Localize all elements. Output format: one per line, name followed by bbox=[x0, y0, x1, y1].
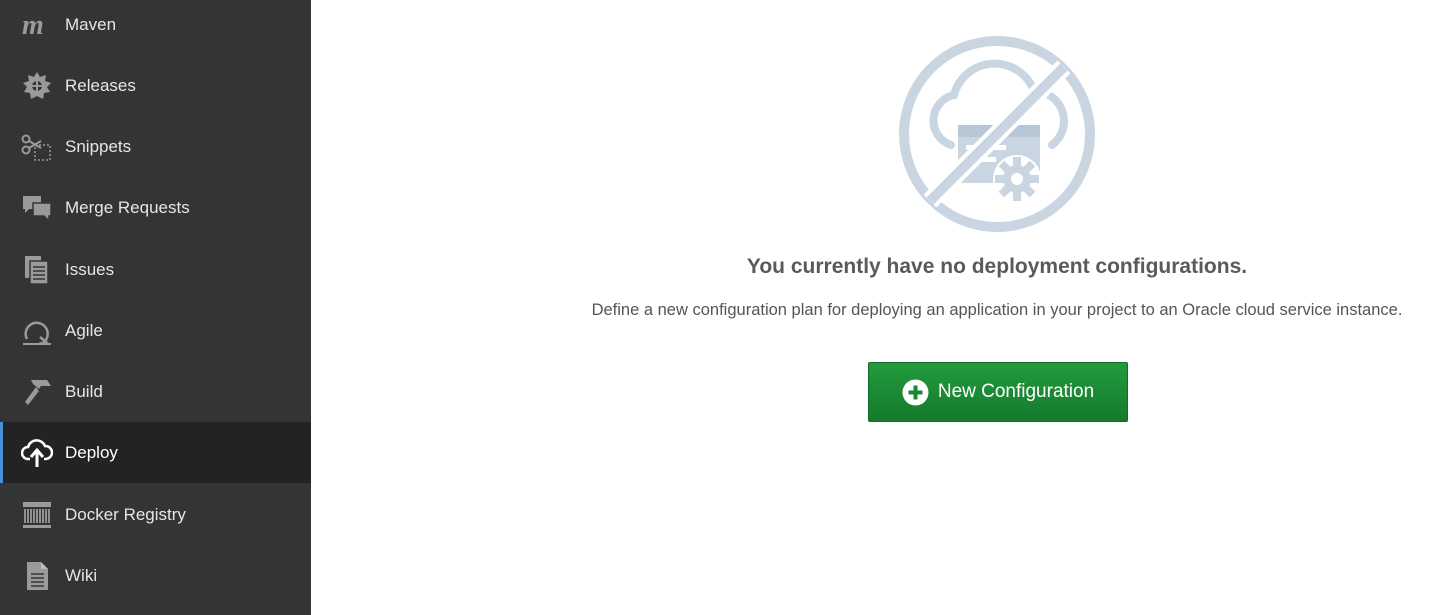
sidebar-item-issues[interactable]: Issues bbox=[0, 239, 311, 300]
sidebar-item-deploy[interactable]: Deploy bbox=[0, 422, 311, 483]
docker-registry-icon bbox=[20, 498, 54, 532]
deploy-icon bbox=[20, 436, 54, 470]
releases-icon bbox=[20, 69, 54, 103]
sidebar-item-label: Snippets bbox=[65, 136, 132, 156]
new-configuration-label: New Configuration bbox=[937, 381, 1095, 402]
svg-text:m: m bbox=[22, 12, 44, 38]
sidebar-item-label: Deploy bbox=[65, 442, 118, 462]
sidebar-item-label: Merge Requests bbox=[65, 197, 190, 217]
sidebar-item-wiki[interactable]: Wiki bbox=[0, 545, 311, 606]
sidebar-item-snippets[interactable]: Snippets bbox=[0, 116, 311, 177]
empty-state-title: You currently have no deployment configu… bbox=[746, 255, 1248, 278]
build-icon bbox=[20, 375, 54, 409]
sidebar-item-label: Build bbox=[65, 381, 103, 401]
agile-icon bbox=[20, 314, 54, 348]
snippets-icon bbox=[20, 130, 54, 164]
empty-state-description: Define a new configuration plan for depl… bbox=[591, 301, 1403, 319]
main-content: You currently have no deployment configu… bbox=[311, 0, 1455, 615]
sidebar-item-label: Releases bbox=[65, 75, 136, 95]
sidebar: m Maven Releases Snippets Merge Requests… bbox=[0, 0, 311, 615]
sidebar-item-label: Docker Registry bbox=[65, 504, 186, 524]
sidebar-item-docker-registry[interactable]: Docker Registry bbox=[0, 484, 311, 545]
maven-icon: m bbox=[20, 8, 54, 42]
sidebar-item-maven[interactable]: m Maven bbox=[0, 0, 311, 55]
sidebar-item-label: Maven bbox=[65, 14, 117, 34]
sidebar-item-label: Wiki bbox=[65, 565, 98, 585]
app: m Maven Releases Snippets Merge Requests… bbox=[0, 0, 1455, 615]
no-cloud-deploy-icon bbox=[896, 33, 1098, 235]
sidebar-item-label: Issues bbox=[65, 259, 115, 279]
new-configuration-button[interactable]: New Configuration bbox=[868, 362, 1128, 422]
sidebar-item-releases[interactable]: Releases bbox=[0, 55, 311, 116]
sidebar-item-agile[interactable]: Agile bbox=[0, 300, 311, 361]
wiki-icon bbox=[20, 559, 54, 593]
issues-icon bbox=[20, 253, 54, 287]
sidebar-item-merge-requests[interactable]: Merge Requests bbox=[0, 177, 311, 238]
sidebar-item-build[interactable]: Build bbox=[0, 361, 311, 422]
plus-circle-icon bbox=[902, 379, 929, 406]
sidebar-item-label: Agile bbox=[65, 320, 103, 340]
merge-requests-icon bbox=[20, 191, 54, 225]
